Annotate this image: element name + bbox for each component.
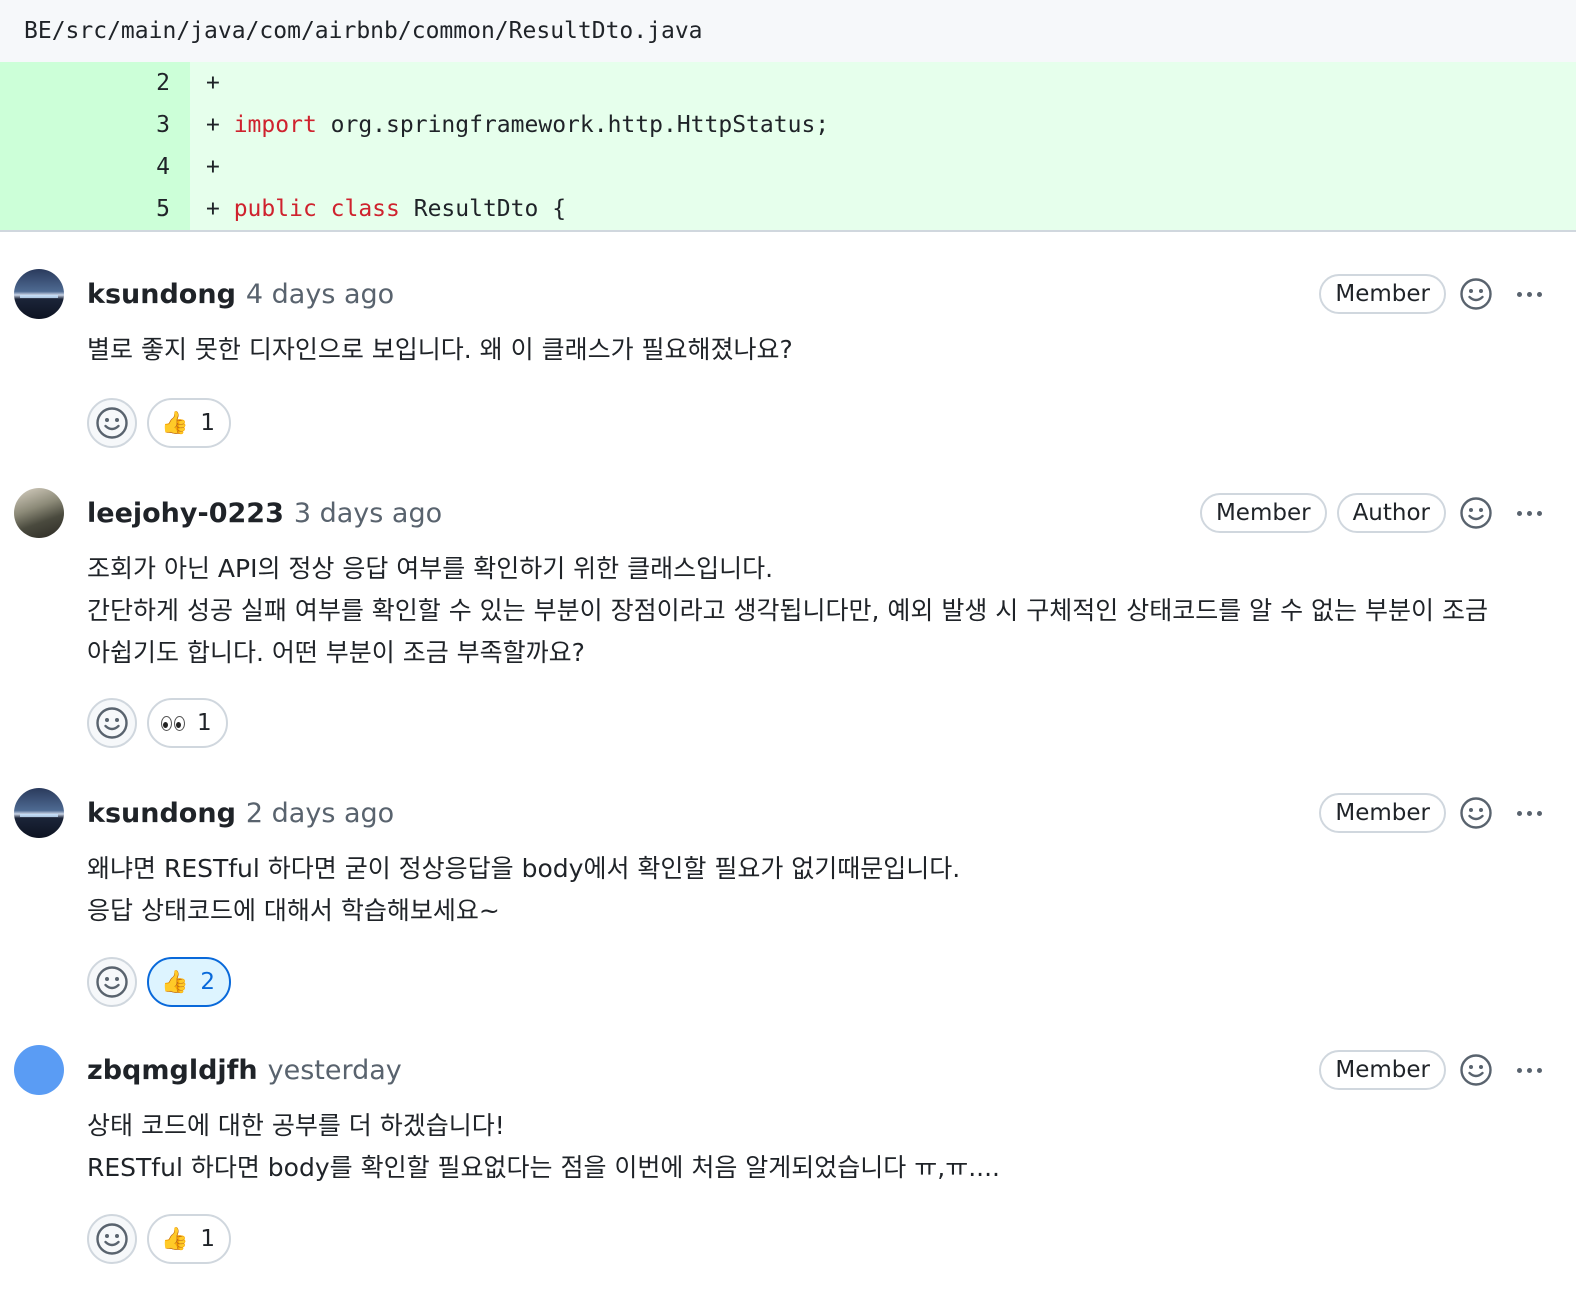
diff-hunk: 2 + 3 + import org.springframework.http.… [0,62,1576,232]
line-number[interactable]: 2 [0,62,190,104]
comment-text: 간단하게 성공 실패 여부를 확인할 수 있는 부분이 장점이라고 생각됩니다만… [87,596,1488,625]
review-comment: ksundong 4 days ago Member 별로 좋지 못한 디자인으… [0,269,1576,448]
comment-text: 아쉽기도 합니다. 어떤 부분이 조금 부족할까요? [87,638,585,667]
code-keyword: public class [233,196,400,222]
review-comment: leejohy-0223 3 days ago Member Author 조회… [0,488,1576,748]
reaction-button[interactable]: 👍 1 [147,398,232,448]
code-text: ResultDto { [399,196,567,222]
reaction-count: 1 [197,710,212,736]
diff-sign: + [206,112,234,138]
kebab-menu-icon[interactable] [1506,793,1552,833]
author-badge: Author [1336,493,1446,533]
kebab-menu-icon[interactable] [1506,1050,1552,1090]
comment-body: 왜냐면 RESTful 하다면 굳이 정상응답을 body에서 확인할 필요가 … [87,848,1552,932]
avatar[interactable] [14,488,64,538]
comment-header: ksundong 2 days ago Member [87,788,1552,838]
avatar[interactable] [14,788,64,838]
member-badge: Member [1319,274,1446,314]
comment-text: 조회가 아닌 API의 정상 응답 여부를 확인하기 위한 클래스입니다. [87,554,774,583]
reaction-count: 2 [200,969,216,995]
code-keyword: import [233,112,317,138]
comment-body: 상태 코드에 대한 공부를 더 하겠습니다! RESTful 하다면 body를… [87,1105,1552,1189]
avatar[interactable] [14,1045,64,1095]
reaction-button[interactable]: 👍 2 [147,957,232,1007]
comment-header: ksundong 4 days ago Member [87,269,1552,319]
comment-header: leejohy-0223 3 days ago Member Author [87,488,1552,538]
comment-author[interactable]: ksundong [87,798,236,829]
code: + [190,62,1576,104]
comment-timestamp[interactable]: 3 days ago [294,498,442,529]
code-text: org.springframework.http.HttpStatus; [316,112,830,138]
comment-timestamp[interactable]: 2 days ago [246,798,394,829]
comment-text: 별로 좋지 못한 디자인으로 보입니다. 왜 이 클래스가 필요해졌나요? [87,335,793,364]
member-badge: Member [1199,493,1327,533]
reactions: 👍 2 [87,957,1552,1007]
diff-line: 5 + public class ResultDto { [0,188,1576,230]
comment-text: 응답 상태코드에 대해서 학습해보세요~ [87,896,500,925]
thumbs-up-icon: 👍 [161,410,189,436]
smiley-icon[interactable] [1456,1050,1496,1090]
line-number[interactable]: 3 [0,104,190,146]
smiley-icon[interactable] [1456,493,1496,533]
add-reaction-button[interactable] [87,957,137,1007]
avatar[interactable] [14,269,64,319]
reaction-count: 1 [200,1226,216,1252]
comment-timestamp[interactable]: 4 days ago [246,279,394,310]
file-path[interactable]: BE/src/main/java/com/airbnb/common/Resul… [24,18,703,44]
diff-sign: + [206,70,234,96]
thumbs-up-icon: 👍 [161,1226,189,1252]
comment-header: zbqmgldjfh yesterday Member [87,1045,1552,1095]
comment-timestamp[interactable]: yesterday [268,1055,402,1086]
reactions: 👍 1 [87,1214,1552,1264]
reaction-button[interactable]: 1 [147,698,228,748]
thumbs-up-icon: 👍 [161,969,189,995]
comment-author[interactable]: ksundong [87,279,236,310]
line-number[interactable]: 5 [0,188,190,230]
reactions: 👍 1 [87,398,1552,448]
member-badge: Member [1319,793,1446,833]
code: + import org.springframework.http.HttpSt… [190,104,1576,146]
comment-text: 상태 코드에 대한 공부를 더 하겠습니다! [87,1111,505,1140]
eyes-icon [161,715,185,731]
review-comment: ksundong 2 days ago Member 왜냐면 RESTful 하… [0,788,1576,1007]
reaction-button[interactable]: 👍 1 [147,1214,232,1264]
code: + public class ResultDto { [190,188,1576,230]
member-badge: Member [1319,1050,1446,1090]
add-reaction-button[interactable] [87,1214,137,1264]
line-number[interactable]: 4 [0,146,190,188]
file-header: BE/src/main/java/com/airbnb/common/Resul… [0,0,1576,62]
kebab-menu-icon[interactable] [1506,274,1552,314]
diff-sign: + [206,154,234,180]
comment-text: RESTful 하다면 body를 확인할 필요없다는 점을 이번에 처음 알게… [87,1153,1000,1182]
diff-line: 3 + import org.springframework.http.Http… [0,104,1576,146]
add-reaction-button[interactable] [87,698,137,748]
diff-line: 4 + [0,146,1576,188]
code: + [190,146,1576,188]
comment-text: 왜냐면 RESTful 하다면 굳이 정상응답을 body에서 확인할 필요가 … [87,854,961,883]
reaction-count: 1 [200,410,216,436]
reactions: 1 [87,698,1552,748]
comment-body: 조회가 아닌 API의 정상 응답 여부를 확인하기 위한 클래스입니다. 간단… [87,548,1552,674]
add-reaction-button[interactable] [87,398,137,448]
smiley-icon[interactable] [1456,274,1496,314]
comment-body: 별로 좋지 못한 디자인으로 보입니다. 왜 이 클래스가 필요해졌나요? [87,329,1552,371]
comment-author[interactable]: leejohy-0223 [87,498,284,529]
smiley-icon[interactable] [1456,793,1496,833]
review-comment: zbqmgldjfh yesterday Member 상태 코드에 대한 공부… [0,1045,1576,1264]
kebab-menu-icon[interactable] [1506,493,1552,533]
diff-line: 2 + [0,62,1576,104]
diff-sign: + [206,196,234,222]
comment-author[interactable]: zbqmgldjfh [87,1055,258,1086]
